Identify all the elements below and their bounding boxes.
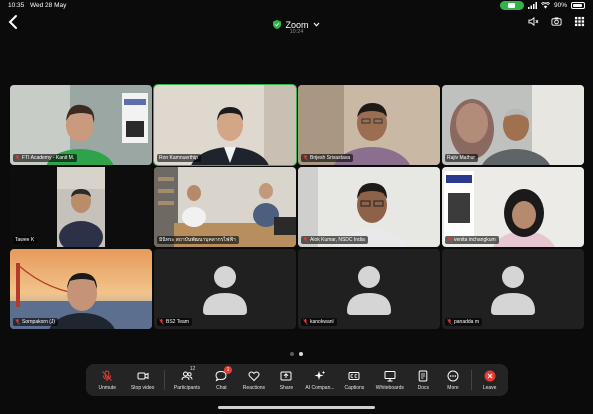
participant-name: Rajiv Mathur	[447, 155, 476, 161]
participant-video	[298, 85, 440, 165]
share-screen-icon	[280, 371, 292, 380]
participant-video	[10, 249, 152, 329]
participants-button[interactable]: 12 Participants	[168, 365, 206, 395]
participant-video	[154, 167, 296, 247]
participant-name: FTI Academy - Kanit M.	[22, 155, 75, 161]
video-tile[interactable]: FTI Academy - Kanit M.	[10, 85, 152, 165]
wifi-icon	[540, 2, 550, 9]
share-button[interactable]: Share	[271, 365, 302, 395]
mic-muted-icon	[303, 155, 308, 161]
home-indicator[interactable]	[218, 406, 375, 409]
mic-muted-icon	[447, 319, 452, 325]
docs-button[interactable]: Docs	[409, 365, 438, 395]
leave-button[interactable]: Leave	[475, 365, 504, 395]
meeting-toolbar: Unmute Stop video 12 Participants 1 Chat…	[86, 364, 508, 396]
video-tile-no-video[interactable]: panadda m	[442, 249, 584, 329]
meeting-timer: 10:24	[289, 29, 304, 35]
participant-video	[442, 85, 584, 165]
page-dot[interactable]	[290, 352, 294, 356]
meeting-title: Zoom	[285, 19, 309, 30]
mic-muted-icon	[159, 319, 164, 325]
meeting-header: Zoom 10:24	[0, 12, 593, 38]
signal-icon	[527, 2, 537, 9]
avatar-placeholder-icon	[347, 266, 391, 315]
gallery-view-icon[interactable]	[574, 16, 585, 27]
status-bar: 10:35 Wed 28 May 90%	[0, 0, 593, 12]
status-right: 90%	[499, 1, 585, 10]
unmute-button[interactable]: Unmute	[90, 365, 124, 395]
participant-name: BS2 Team	[166, 319, 189, 325]
video-tile-active-speaker[interactable]: Ron Kamnuerthip	[153, 84, 297, 166]
participant-name: venita inchangkum	[454, 237, 496, 243]
participant-video	[154, 85, 296, 165]
video-camera-icon	[137, 372, 149, 379]
mic-muted-icon	[303, 237, 308, 243]
encryption-shield-icon	[273, 20, 282, 29]
avatar-placeholder-icon	[491, 266, 535, 315]
switch-camera-icon[interactable]	[551, 16, 562, 27]
more-button[interactable]: More	[438, 365, 469, 395]
heart-icon	[248, 370, 260, 381]
whiteboards-button[interactable]: Whiteboards	[371, 365, 409, 395]
ai-companion-button[interactable]: AI Compan...	[302, 365, 338, 395]
status-time: 10:35	[8, 2, 25, 9]
participant-name: Tawee K	[15, 237, 35, 243]
page-indicator[interactable]	[0, 352, 593, 356]
page-dot-current[interactable]	[299, 352, 303, 356]
chevron-down-icon	[313, 22, 319, 27]
participant-name: Brijesh Srivastava	[310, 155, 351, 161]
video-tile[interactable]: Brijesh Srivastava	[298, 85, 440, 165]
toolbar-divider	[163, 370, 165, 390]
participant-video	[298, 167, 440, 247]
whiteboard-icon	[384, 370, 396, 381]
mic-muted-icon	[303, 319, 308, 325]
participant-name: Alok Kumar, NSDC India	[310, 237, 365, 243]
video-tile-no-video[interactable]: kanokwanl	[298, 249, 440, 329]
speaker-mute-icon[interactable]	[528, 16, 539, 27]
battery-icon	[571, 2, 585, 9]
more-dots-icon	[447, 370, 459, 381]
battery-percent: 90%	[553, 2, 567, 9]
chat-button[interactable]: 1 Chat	[206, 365, 237, 395]
video-tile[interactable]: Alok Kumar, NSDC India	[298, 167, 440, 247]
video-tile[interactable]: มินิทระ สถาบันพัฒนาบุคลากรไฟฟ้า	[154, 167, 296, 247]
video-tile[interactable]: Tawee K	[10, 167, 152, 247]
mic-muted-icon	[447, 237, 452, 243]
video-tile-no-video[interactable]: BS2 Team	[154, 249, 296, 329]
participant-name: kanokwanl	[310, 319, 334, 325]
participants-count-badge: 12	[189, 366, 196, 372]
participant-name: panadda m	[454, 319, 480, 325]
toolbar-divider	[471, 370, 473, 390]
video-tile[interactable]: Sornpakorn (J)	[10, 249, 152, 329]
chat-unread-badge: 1	[224, 366, 233, 374]
video-tile[interactable]: venita inchangkum	[442, 167, 584, 247]
mic-muted-icon	[15, 319, 20, 325]
participant-name: มินิทระ สถาบันพัฒนาบุคลากรไฟฟ้า	[159, 237, 236, 243]
mic-muted-icon	[15, 155, 20, 161]
mic-muted-icon	[102, 370, 113, 381]
sparkle-icon	[314, 370, 326, 380]
leave-x-icon	[484, 370, 496, 381]
reactions-button[interactable]: Reactions	[237, 365, 271, 395]
participant-video	[10, 85, 152, 165]
participant-video	[442, 167, 584, 247]
captions-button[interactable]: Captions	[338, 365, 371, 395]
video-tile[interactable]: Rajiv Mathur	[442, 85, 584, 165]
participant-name: Ron Kamnuerthip	[159, 155, 198, 161]
document-icon	[419, 370, 428, 381]
participant-name: Sornpakorn (J)	[22, 319, 56, 325]
stop-video-button[interactable]: Stop video	[124, 365, 160, 395]
captions-cc-icon	[348, 371, 360, 380]
camera-in-use-icon	[499, 1, 524, 10]
participant-video	[10, 167, 152, 247]
avatar-placeholder-icon	[203, 266, 247, 315]
status-date: Wed 28 May	[30, 2, 67, 9]
